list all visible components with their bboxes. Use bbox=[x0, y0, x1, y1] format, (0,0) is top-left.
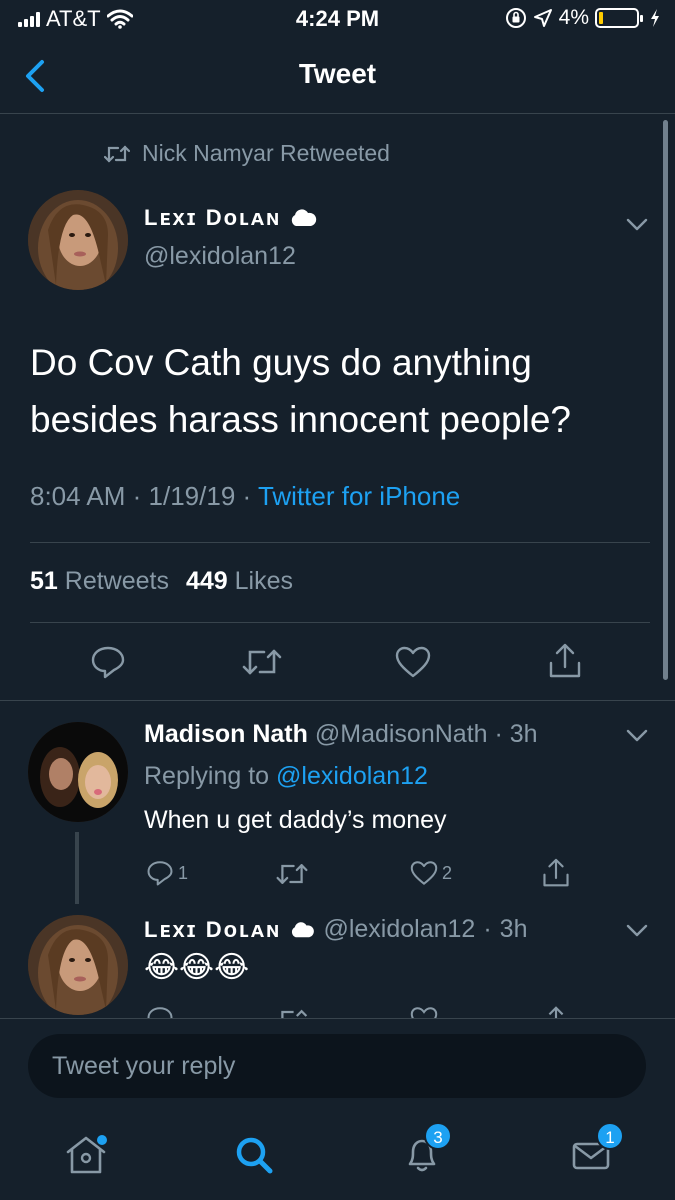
home-icon bbox=[66, 1135, 107, 1174]
retweeted-by: Nick Namyar Retweeted bbox=[142, 140, 390, 166]
likes-label: Likes bbox=[234, 567, 293, 595]
reply-author-handle[interactable]: @MadisonNath bbox=[315, 720, 488, 748]
share-icon[interactable] bbox=[548, 643, 582, 679]
battery-icon bbox=[595, 8, 643, 28]
replying-to-handle[interactable]: @lexidolan12 bbox=[276, 762, 428, 790]
reply-author-handle[interactable]: @lexidolan12 bbox=[323, 915, 475, 944]
heart-icon[interactable] bbox=[410, 1006, 438, 1018]
notifications-badge: 3 bbox=[424, 1122, 452, 1150]
cloud-emoji-icon bbox=[292, 209, 317, 226]
reply-author-name[interactable]: Lᴇxɪ Dᴏʟᴀɴ bbox=[144, 917, 281, 943]
reply-action-reply[interactable]: 1 bbox=[146, 860, 188, 886]
retweet-icon bbox=[104, 144, 130, 163]
likes-count: 449 bbox=[185, 567, 228, 595]
chevron-down-icon[interactable] bbox=[626, 218, 648, 232]
reply-author-name[interactable]: Madison Nath bbox=[144, 720, 308, 748]
like-count: 2 bbox=[442, 862, 453, 883]
chevron-down-icon[interactable] bbox=[626, 924, 648, 938]
reply-icon[interactable] bbox=[90, 645, 126, 679]
battery-percent: 4% bbox=[558, 6, 589, 29]
status-right: 4% bbox=[505, 6, 661, 30]
avatar-photo bbox=[28, 915, 128, 1015]
reply-icon[interactable] bbox=[146, 1006, 174, 1018]
tweet-text: Do Cov Cath guys do anything besides har… bbox=[30, 342, 571, 440]
reply-header: Madison Nath @MadisonNath · 3h bbox=[144, 720, 538, 748]
nav-header: Tweet bbox=[0, 40, 675, 114]
tweet-time: 8:04 AM bbox=[30, 481, 126, 511]
heart-icon[interactable] bbox=[395, 645, 431, 679]
avatar-photo bbox=[28, 722, 128, 822]
tab-bar: 3 1 bbox=[0, 1114, 675, 1200]
share-icon[interactable] bbox=[542, 858, 570, 888]
reply-actions-clipped bbox=[0, 1006, 675, 1018]
likes-stat[interactable]: 449 Likes bbox=[186, 567, 293, 595]
avatar-photo bbox=[28, 190, 128, 290]
reply-icon bbox=[147, 861, 173, 886]
divider bbox=[30, 542, 650, 543]
heart-icon bbox=[410, 861, 438, 885]
share-icon[interactable] bbox=[542, 1006, 570, 1018]
orientation-lock-icon bbox=[505, 8, 526, 28]
cloud-emoji-icon bbox=[292, 921, 315, 937]
author-avatar[interactable] bbox=[28, 190, 128, 290]
author-handle[interactable]: @lexidolan12 bbox=[144, 242, 296, 271]
location-icon bbox=[533, 9, 552, 27]
search-icon bbox=[236, 1137, 273, 1174]
author-name[interactable]: Lᴇxɪ Dᴏʟᴀɴ bbox=[144, 205, 281, 231]
tweet-date: 1/19/19 bbox=[148, 481, 236, 511]
divider bbox=[30, 622, 650, 623]
reply-text: 😂😂😂 bbox=[144, 951, 250, 984]
tab-home[interactable] bbox=[58, 1126, 114, 1182]
thread-connector bbox=[75, 832, 79, 904]
tab-search[interactable] bbox=[226, 1126, 282, 1182]
tweet-source[interactable]: Twitter for iPhone bbox=[258, 481, 460, 511]
retweet-icon[interactable] bbox=[242, 647, 282, 677]
replying-to-line: Replying to @lexidolan12 bbox=[144, 762, 428, 791]
messages-badge: 1 bbox=[596, 1122, 624, 1150]
status-bar: AT&T 4:24 PM 4% bbox=[0, 0, 675, 40]
divider bbox=[0, 700, 675, 701]
reply-action-like[interactable]: 2 bbox=[410, 860, 452, 886]
charging-icon bbox=[651, 9, 659, 27]
tab-messages[interactable]: 1 bbox=[564, 1122, 624, 1182]
retweet-context: Nick Namyar Retweeted bbox=[104, 140, 390, 167]
reply-text: When u get daddy’s money bbox=[144, 806, 447, 834]
reply-input[interactable]: Tweet your reply bbox=[28, 1034, 646, 1098]
scrollbar[interactable] bbox=[663, 120, 668, 680]
author-name-row: Lᴇxɪ Dᴏʟᴀɴ bbox=[144, 205, 317, 231]
chevron-down-icon[interactable] bbox=[626, 729, 648, 743]
replying-to-label: Replying to bbox=[144, 762, 270, 790]
page-title: Tweet bbox=[298, 58, 377, 89]
retweets-count: 51 bbox=[30, 567, 58, 595]
retweets-label: Retweets bbox=[64, 567, 169, 595]
reply-age: 3h bbox=[509, 720, 538, 748]
tab-notifications[interactable]: 3 bbox=[394, 1122, 452, 1182]
tweet-meta: 8:04 AM · 1/19/19 · Twitter for iPhone bbox=[30, 481, 461, 511]
reply-avatar[interactable] bbox=[28, 722, 128, 822]
retweet-icon[interactable] bbox=[276, 1008, 308, 1018]
reply-count: 1 bbox=[178, 862, 189, 883]
reply-age: 3h bbox=[499, 915, 528, 943]
engagement-counts: 51 Retweets 449 Likes bbox=[30, 567, 293, 596]
reply-avatar[interactable] bbox=[28, 915, 128, 1015]
reply-header: Lᴇxɪ Dᴏʟᴀɴ @lexidolan12 · 3h bbox=[144, 915, 528, 944]
retweet-icon[interactable] bbox=[276, 862, 308, 886]
retweets-stat[interactable]: 51 Retweets bbox=[30, 567, 176, 595]
